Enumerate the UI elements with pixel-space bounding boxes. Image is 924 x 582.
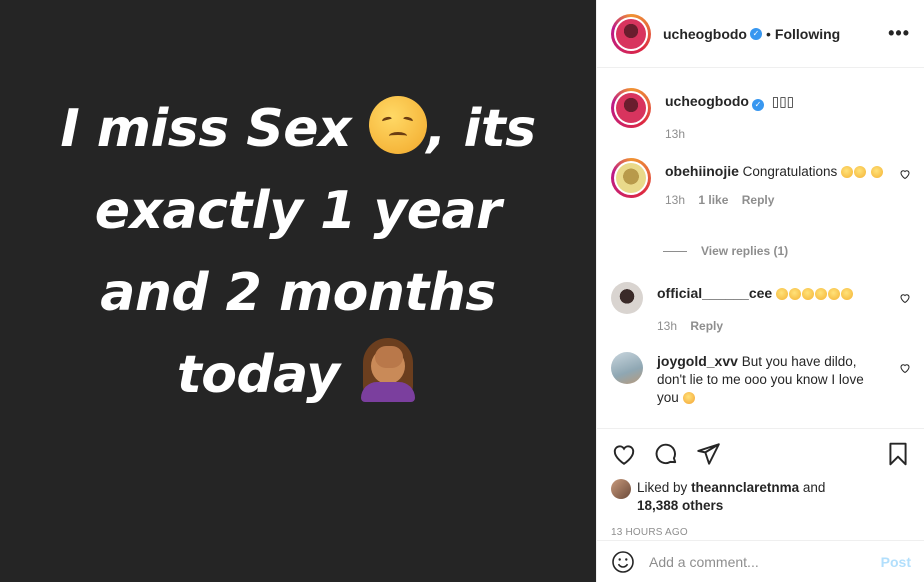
- view-replies-label: View replies (1): [701, 244, 789, 258]
- caption-username[interactable]: ucheogbodo: [665, 93, 749, 109]
- grin-emoji: [788, 288, 801, 300]
- commenter-avatar[interactable]: [611, 352, 643, 384]
- astonished-emoji: [682, 392, 695, 404]
- liked-by-user[interactable]: theannclaretnma: [691, 480, 799, 495]
- add-comment-input[interactable]: Add a comment...: [649, 554, 881, 570]
- grin-emoji: [870, 166, 883, 178]
- caption-text: ▯▯▯: [771, 94, 795, 109]
- like-comment-heart-icon[interactable]: [899, 168, 911, 180]
- verified-badge-icon: ✓: [752, 99, 764, 111]
- reply-button[interactable]: Reply: [742, 193, 775, 207]
- liked-by-and: and: [802, 480, 826, 495]
- comment-item: joygold_xvv But you have dildo, don't li…: [611, 352, 911, 407]
- image-text-line-3: and 2 months: [100, 263, 496, 323]
- comment-item: official______cee 13h Reply: [611, 282, 911, 335]
- header-separator: •: [766, 25, 771, 42]
- caption-avatar[interactable]: [611, 88, 651, 128]
- image-text-line-1b: , its: [426, 99, 537, 159]
- following-button[interactable]: Following: [775, 26, 840, 42]
- image-text-line-1: I miss Sex: [60, 99, 352, 159]
- post-image[interactable]: I miss Sex , its exactly 1 year and 2 mo…: [0, 0, 596, 582]
- grin-emoji: [827, 288, 840, 300]
- woman-facepalming-emoji: [357, 338, 419, 402]
- comment-username[interactable]: obehiinojie: [665, 163, 739, 179]
- bookmark-icon[interactable]: [885, 441, 911, 467]
- comment-time[interactable]: 13h: [657, 319, 677, 333]
- image-text-line-2: exactly 1 year: [94, 181, 502, 241]
- comment-time[interactable]: 13h: [665, 193, 685, 207]
- grin-emoji: [840, 288, 853, 300]
- comment-username[interactable]: official______cee: [657, 285, 772, 301]
- liked-by: Liked by theannclaretnma and 18,388 othe…: [611, 479, 911, 515]
- caption-time[interactable]: 13h: [665, 127, 685, 141]
- replies-dash: [663, 250, 687, 252]
- liked-by-prefix: Liked by: [637, 480, 688, 495]
- post-timestamp[interactable]: 13 HOURS AGO: [611, 527, 911, 538]
- more-options-icon[interactable]: •••: [888, 23, 910, 44]
- verified-badge-icon: ✓: [750, 27, 762, 40]
- grin-emoji: [853, 166, 866, 178]
- comment-item: obehiinojie Congratulations 13h 1 like R…: [611, 158, 911, 209]
- image-text-line-4: today: [176, 345, 340, 405]
- post-header: ucheogbodo ✓ • Following •••: [597, 0, 924, 68]
- post-image-text: I miss Sex , its exactly 1 year and 2 mo…: [0, 88, 596, 416]
- liked-by-others[interactable]: 18,388 others: [637, 498, 723, 513]
- comment-bubble-icon[interactable]: [653, 441, 679, 467]
- action-icons-row: [611, 429, 911, 479]
- comments-list[interactable]: ucheogbodo ✓ ▯▯▯ 13h obehiinojie Congratu…: [597, 68, 924, 428]
- comment-text: Congratulations: [742, 164, 838, 179]
- author-avatar[interactable]: [611, 13, 651, 54]
- comment-likes[interactable]: 1 like: [698, 193, 728, 207]
- emoji-picker-icon[interactable]: [611, 550, 635, 574]
- post-comment-button[interactable]: Post: [881, 554, 911, 570]
- like-comment-heart-icon[interactable]: [899, 362, 911, 374]
- liker-avatar[interactable]: [611, 479, 631, 499]
- disappointed-face-emoji: [368, 96, 427, 154]
- share-paper-plane-icon[interactable]: [695, 441, 721, 467]
- post-actions: Liked by theannclaretnma and 18,388 othe…: [597, 428, 924, 540]
- commenter-avatar[interactable]: [611, 282, 643, 314]
- commenter-avatar[interactable]: [611, 158, 651, 198]
- grin-emoji: [814, 288, 827, 300]
- post-side-panel: ucheogbodo ✓ • Following ••• ucheogbodo ✓…: [596, 0, 924, 582]
- view-replies-button[interactable]: View replies (1): [663, 244, 788, 258]
- caption: ucheogbodo ✓ ▯▯▯ 13h: [611, 88, 911, 143]
- reply-button[interactable]: Reply: [690, 319, 723, 333]
- grin-emoji: [840, 166, 853, 178]
- grin-emoji: [801, 288, 814, 300]
- like-comment-heart-icon[interactable]: [899, 292, 911, 304]
- like-heart-icon[interactable]: [611, 441, 637, 467]
- author-username[interactable]: ucheogbodo: [663, 26, 747, 42]
- add-comment-bar: Add a comment... Post: [597, 540, 924, 582]
- grin-emoji: [775, 288, 788, 300]
- comment-username[interactable]: joygold_xvv: [657, 353, 738, 369]
